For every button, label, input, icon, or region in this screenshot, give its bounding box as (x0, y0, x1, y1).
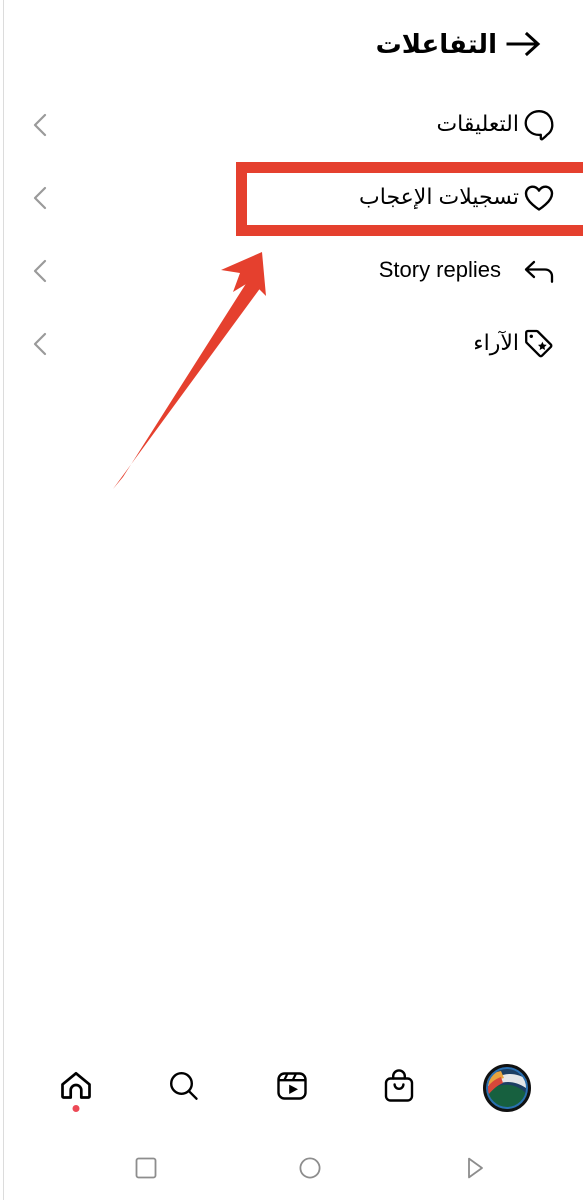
reels-icon (273, 1067, 311, 1110)
list-item-label: تسجيلات الإعجاب (359, 184, 519, 210)
nav-item-profile[interactable] (475, 1056, 539, 1120)
chevron-left-icon[interactable] (26, 256, 56, 286)
profile-avatar (483, 1064, 532, 1112)
square-icon (135, 1157, 156, 1179)
recents-button[interactable] (125, 1147, 167, 1189)
back-button-system[interactable] (453, 1147, 495, 1189)
home-icon (57, 1067, 95, 1110)
list-item-comments[interactable]: التعليقات (0, 88, 583, 161)
list-item-label: التعليقات (436, 111, 519, 137)
chevron-left-icon[interactable] (26, 183, 56, 213)
chevron-left-icon[interactable] (26, 329, 56, 359)
android-system-navigation (0, 1136, 583, 1200)
list-item-label: الآراء (473, 330, 519, 356)
heart-icon (519, 178, 559, 218)
page-title: التفاعلات (375, 29, 497, 59)
triangle-right-icon (467, 1157, 483, 1179)
list-item-likes[interactable]: تسجيلات الإعجاب (0, 161, 583, 234)
screen-header: التفاعلات (0, 0, 583, 88)
list-item-label: Story replies (378, 257, 501, 283)
shopping-bag-icon (380, 1067, 418, 1110)
nav-item-search[interactable] (152, 1056, 216, 1120)
reply-arrow-icon (519, 251, 559, 291)
interactions-list: التعليقات تسجيلات الإعجاب Story replies … (0, 88, 583, 380)
left-edge-line (3, 0, 4, 1200)
nav-item-home[interactable] (44, 1056, 108, 1120)
home-notification-badge (72, 1105, 80, 1112)
bottom-navigation-bar (0, 1040, 583, 1136)
tag-star-icon (519, 324, 559, 364)
nav-item-shop[interactable] (367, 1056, 431, 1120)
list-item-reviews[interactable]: الآراء (0, 307, 583, 380)
instagram-interactions-screen: التفاعلات التعليقات تسجيلات الإعجاب Stor… (0, 0, 583, 1200)
search-icon (165, 1067, 203, 1110)
home-button[interactable] (289, 1147, 331, 1189)
chevron-left-icon[interactable] (26, 110, 56, 140)
list-item-story-replies[interactable]: Story replies (0, 234, 583, 307)
circle-icon (298, 1157, 321, 1179)
back-button[interactable] (497, 17, 551, 71)
nav-item-reels[interactable] (260, 1056, 324, 1120)
arrow-right-icon (506, 31, 541, 57)
comment-bubble-icon (519, 105, 559, 145)
